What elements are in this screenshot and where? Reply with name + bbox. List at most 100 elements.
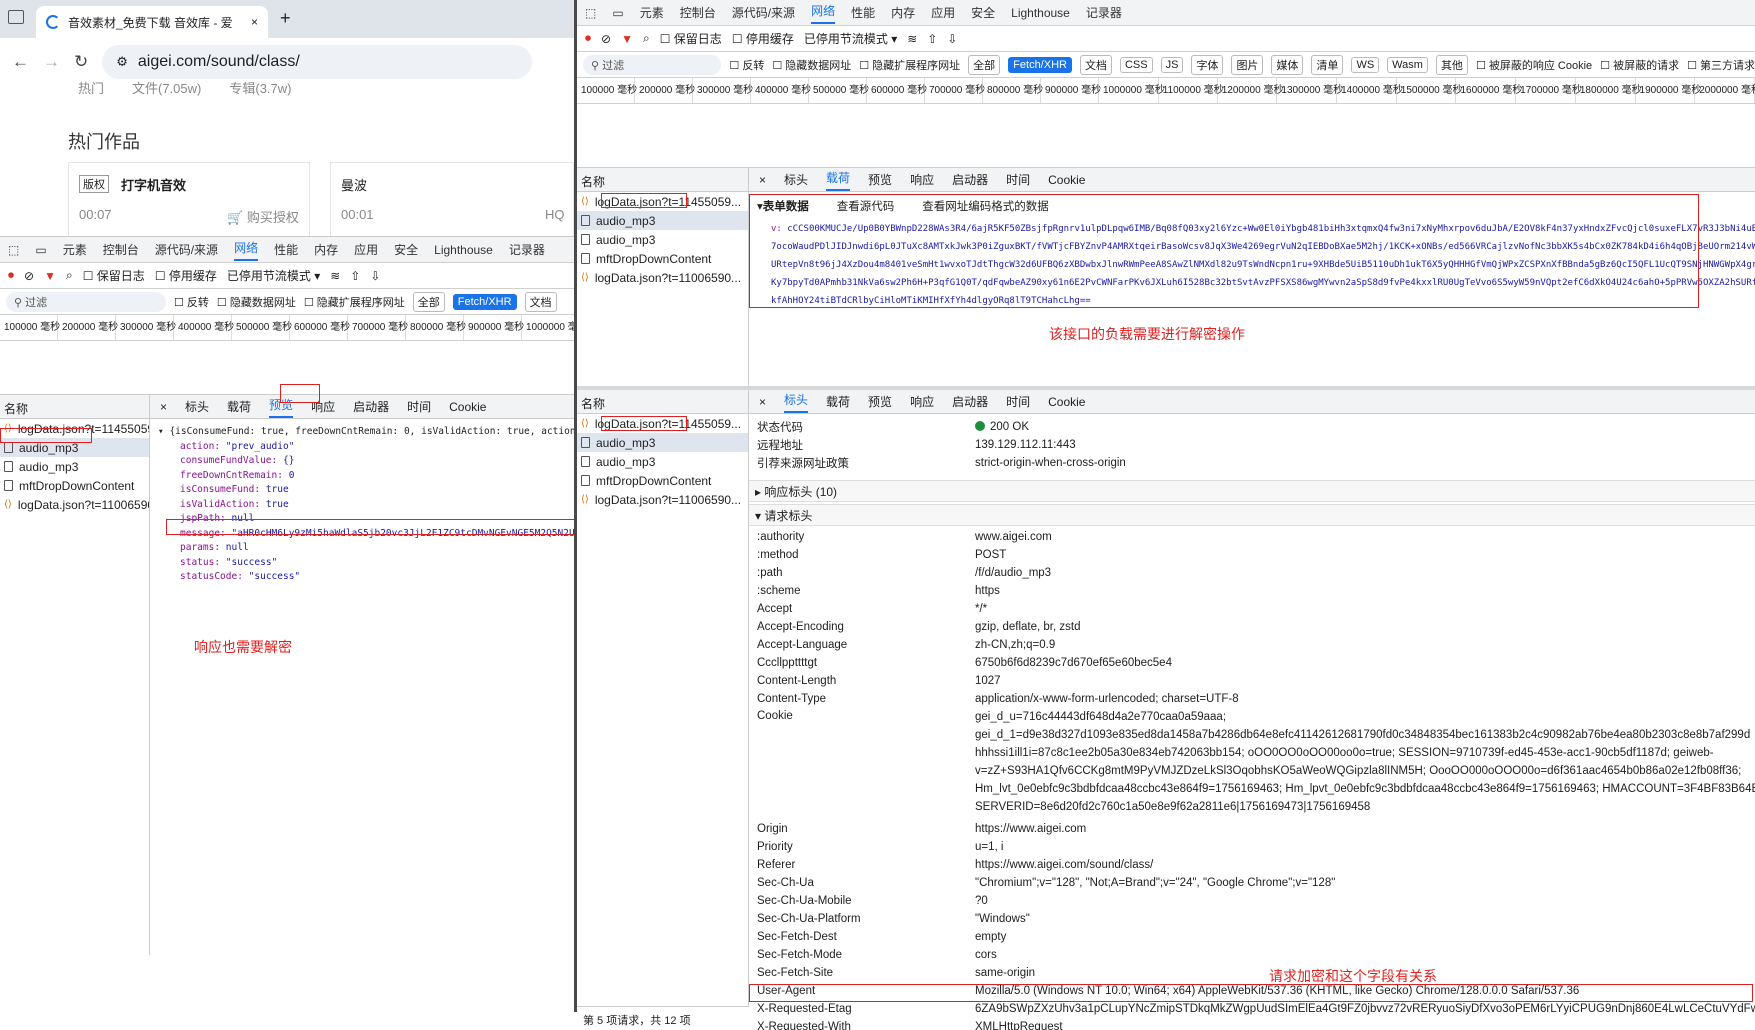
hide-ext-checkbox[interactable]: ☐ 隐藏扩展程序网址 [304, 294, 405, 310]
chip-img[interactable]: 图片 [1231, 54, 1264, 75]
request-row[interactable]: ⟨⟩ logData.json?t=11006590... [577, 268, 748, 287]
search-icon[interactable]: ⌕ [643, 31, 650, 46]
page-tab[interactable]: 文件(7.05w) [132, 78, 201, 97]
tab-close-icon[interactable]: × [251, 15, 258, 29]
throttle-select[interactable]: 已停用节流模式 ▾ [227, 267, 320, 284]
tab-cookie[interactable]: Cookie [449, 400, 486, 414]
tab-recorder[interactable]: 记录器 [1086, 4, 1122, 21]
disable-cache-checkbox[interactable]: ☐ 停用缓存 [155, 267, 217, 284]
chip-font[interactable]: 字体 [1191, 54, 1224, 75]
tab-timing[interactable]: 时间 [1006, 171, 1030, 188]
filter-icon[interactable]: ▼ [44, 269, 56, 283]
chip-wasm[interactable]: Wasm [1387, 56, 1428, 73]
request-row[interactable]: ⟨⟩ logData.json?t=11006590... [0, 495, 149, 514]
tab-elements[interactable]: 元素 [640, 4, 664, 21]
request-row[interactable]: audio_mp3 [577, 211, 748, 230]
tab-search-icon[interactable] [8, 10, 24, 24]
tab-lighthouse[interactable]: Lighthouse [434, 243, 493, 257]
search-icon[interactable]: ⌕ [66, 268, 73, 283]
tab-security[interactable]: 安全 [394, 241, 418, 258]
hide-data-checkbox[interactable]: ☐ 隐藏数据网址 [217, 294, 296, 310]
tab-cookie[interactable]: Cookie [1048, 395, 1085, 409]
url-field[interactable]: ⚙ aigei.com/sound/class/ [102, 45, 533, 79]
clear-icon[interactable]: ⊘ [601, 32, 611, 46]
chip-all[interactable]: 全部 [968, 54, 1001, 75]
card-title[interactable]: 曼波 [341, 175, 367, 194]
tab-payload[interactable]: 载荷 [227, 398, 251, 415]
invert-checkbox[interactable]: ☐ 反转 [174, 294, 209, 310]
preserve-log-checkbox[interactable]: ☐ 保留日志 [83, 267, 145, 284]
inspect-icon[interactable]: ⬚ [8, 243, 19, 257]
chip-all[interactable]: 全部 [412, 291, 445, 312]
response-headers-section[interactable]: ▸ 响应标头 (10) [749, 480, 1755, 502]
chip-fetch-xhr[interactable]: Fetch/XHR [452, 293, 517, 310]
tab-initiator[interactable]: 启动器 [952, 393, 988, 410]
name-column-header[interactable]: 名称 [577, 390, 748, 414]
request-row[interactable]: audio_mp3 [577, 230, 748, 249]
close-detail-icon[interactable]: × [160, 400, 167, 414]
tab-memory[interactable]: 内存 [314, 241, 338, 258]
browser-tab[interactable]: 音效素材_免费下载 音效库 - 爱 × [36, 6, 268, 38]
close-detail-icon[interactable]: × [759, 395, 766, 409]
chip-manifest[interactable]: 清单 [1311, 54, 1344, 75]
sound-card[interactable]: 曼波 00:01 HQ [330, 162, 574, 236]
page-tab[interactable]: 专辑(3.7w) [229, 78, 291, 97]
hide-data-checkbox[interactable]: ☐ 隐藏数据网址 [772, 57, 851, 73]
name-column-header[interactable]: 名称 [577, 168, 748, 192]
chip-media[interactable]: 媒体 [1271, 54, 1304, 75]
clear-icon[interactable]: ⊘ [24, 269, 34, 283]
inspect-icon[interactable]: ⬚ [585, 6, 596, 20]
request-headers-section[interactable]: ▾ 请求标头 [749, 504, 1755, 526]
tab-headers[interactable]: 标头 [784, 391, 809, 413]
tab-initiator[interactable]: 启动器 [353, 398, 389, 415]
back-icon[interactable]: ← [12, 52, 29, 72]
tab-security[interactable]: 安全 [971, 4, 995, 21]
record-icon[interactable]: ⏺ [8, 268, 14, 283]
tab-initiator[interactable]: 启动器 [952, 171, 988, 188]
download-icon[interactable]: ⇩ [947, 32, 957, 46]
page-tab[interactable]: 热门 [78, 78, 104, 97]
forward-icon[interactable]: → [43, 52, 60, 72]
disable-cache-checkbox[interactable]: ☐ 停用缓存 [732, 30, 794, 47]
json-summary[interactable]: ▾ {isConsumeFund: true, freeDownCntRemai… [158, 425, 580, 440]
tab-response[interactable]: 响应 [910, 393, 934, 410]
tab-console[interactable]: 控制台 [103, 241, 139, 258]
third-party-checkbox[interactable]: ☐ 第三方请求 [1687, 57, 1755, 73]
hide-ext-checkbox[interactable]: ☐ 隐藏扩展程序网址 [859, 57, 960, 73]
chip-js[interactable]: JS [1160, 56, 1184, 73]
buy-license-button[interactable]: 🛒 购买授权 [227, 207, 299, 226]
timeline-overview[interactable] [577, 104, 1755, 168]
request-row[interactable]: audio_mp3 [577, 452, 748, 471]
upload-icon[interactable]: ⇧ [927, 32, 937, 46]
chip-ws[interactable]: WS [1351, 56, 1380, 73]
tab-preview[interactable]: 预览 [868, 393, 892, 410]
tab-cookie[interactable]: Cookie [1048, 173, 1085, 187]
throttle-select[interactable]: 已停用节流模式 ▾ [804, 30, 897, 47]
tab-performance[interactable]: 性能 [851, 4, 875, 21]
close-detail-icon[interactable]: × [759, 173, 766, 187]
card-title[interactable]: 打字机音效 [121, 175, 186, 194]
chip-doc[interactable]: 文档 [524, 291, 557, 312]
tab-headers[interactable]: 标头 [185, 398, 209, 415]
tab-application[interactable]: 应用 [354, 241, 378, 258]
chip-doc[interactable]: 文档 [1079, 54, 1112, 75]
tab-sources[interactable]: 源代码/来源 [732, 4, 795, 21]
chip-fetch-xhr[interactable]: Fetch/XHR [1008, 56, 1072, 73]
blocked-req-checkbox[interactable]: ☐ 被屏蔽的请求 [1600, 57, 1679, 73]
tab-payload[interactable]: 载荷 [826, 169, 851, 191]
blocked-cookie-checkbox[interactable]: ☐ 被屏蔽的响应 Cookie [1476, 57, 1592, 73]
tab-performance[interactable]: 性能 [274, 241, 298, 258]
invert-checkbox[interactable]: ☐ 反转 [729, 57, 764, 73]
chip-css[interactable]: CSS [1119, 56, 1153, 73]
wifi-icon[interactable]: ≋ [330, 269, 340, 283]
preserve-log-checkbox[interactable]: ☐ 保留日志 [660, 30, 722, 47]
request-row[interactable]: mftDropDownContent [577, 249, 748, 268]
tab-network[interactable]: 网络 [811, 2, 836, 24]
site-info-icon[interactable]: ⚙ [116, 54, 128, 70]
tab-payload[interactable]: 载荷 [826, 393, 850, 410]
tab-headers[interactable]: 标头 [784, 171, 808, 188]
new-tab-icon[interactable]: + [280, 8, 291, 29]
tab-preview[interactable]: 预览 [868, 171, 892, 188]
tab-response[interactable]: 响应 [910, 171, 934, 188]
tab-elements[interactable]: 元素 [63, 241, 87, 258]
